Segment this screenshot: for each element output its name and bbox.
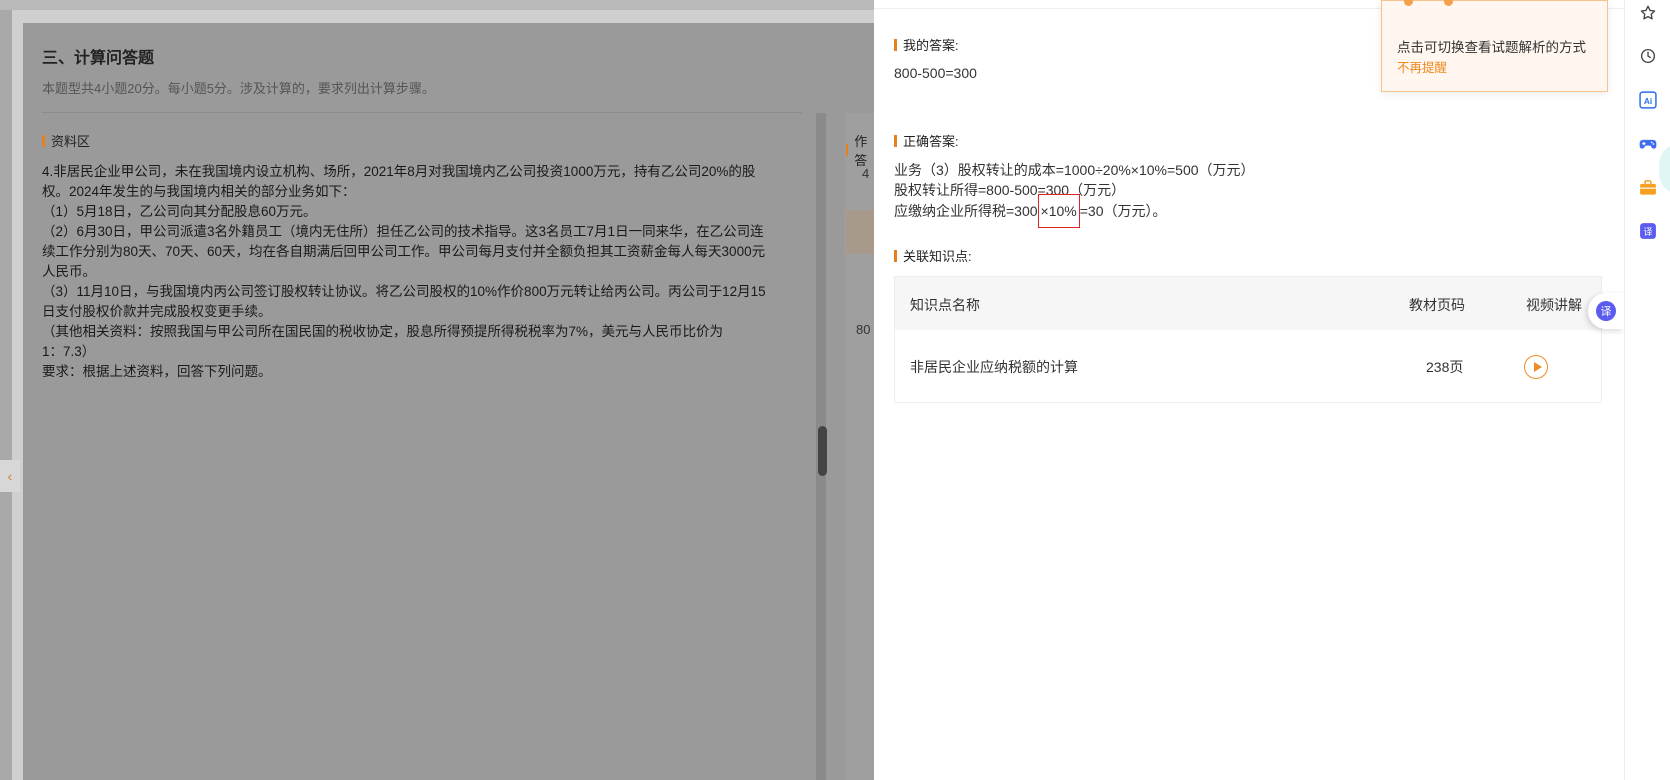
my-answer-title: 我的答案:: [903, 38, 959, 53]
top-strip: [0, 0, 874, 10]
material-area-label: 资料区: [42, 131, 90, 150]
game-icon[interactable]: [1637, 133, 1659, 155]
my-answer-label: 我的答案:: [894, 35, 959, 54]
answer-area-label: 作答: [846, 131, 874, 169]
star-icon[interactable]: [1637, 2, 1659, 24]
correct-line: 应缴纳企业所得税=300 ×10% =30（万元）。: [894, 194, 1255, 228]
material-line: 4.非居民企业甲公司，未在我国境内设立机构、场所，2021年8月对我国境内乙公司…: [42, 164, 756, 179]
material-line: （2）6月30日，甲公司派遣3名外籍员工（境内无住所）担任乙公司的技术指导。这3…: [42, 224, 764, 239]
material-area-title: 资料区: [51, 134, 91, 149]
exam-page: ‹ 三、计算问答题 本题型共4小题20分。每小题5分。涉及计算的，要求列出计算步…: [0, 0, 874, 780]
translate-icon-text: 译: [1643, 227, 1652, 238]
textbook-page: 238页: [1426, 359, 1464, 375]
section-title: 三、计算问答题: [42, 50, 155, 67]
ai-icon[interactable]: Ai: [1637, 89, 1659, 111]
knowledge-point-name: 非居民企业应纳税额的计算: [910, 359, 1078, 375]
correct-line-part: 应缴纳企业所得税=300: [894, 203, 1038, 219]
my-answer-value: 800-500=300: [894, 65, 977, 81]
tooltip-dot: [1404, 0, 1413, 6]
translate-icon[interactable]: 译: [1637, 220, 1659, 242]
material-line: 权。2024年发生的与我国境内相关的部分业务如下：: [42, 184, 356, 199]
material-line: （1）5月18日，乙公司向其分配股息60万元。: [42, 204, 317, 219]
analysis-drawer: 我的答案: 800-500=300 正确答案: 业务（3）股权转让的成本=100…: [874, 0, 1624, 780]
correct-answer-title: 正确答案:: [903, 134, 959, 149]
knowledge-table: 知识点名称 教材页码 视频讲解 非居民企业应纳税额的计算 238页: [894, 276, 1602, 403]
accent-bar: [894, 134, 897, 147]
material-line: 1：7.3）: [42, 344, 96, 359]
answer-area-title: 作答: [854, 134, 868, 168]
related-knowledge-label: 关联知识点:: [894, 246, 972, 265]
translate-icon: 译: [1596, 301, 1616, 321]
material-line: 日支付股权价款并完成股权变更手续。: [42, 304, 272, 319]
tooltip-dot: [1444, 0, 1453, 6]
collapse-arrow-icon[interactable]: ‹: [0, 460, 20, 492]
answer-peek-value: 80: [856, 322, 871, 337]
divider: [42, 112, 802, 113]
highlighted-term: ×10%: [1037, 194, 1080, 228]
correct-line-part: =30（万元）。: [1079, 203, 1167, 219]
material-line: （其他相关资料：按照我国与甲公司所在国民国的税收协定，股息所得预提所得税税率为7…: [42, 324, 724, 339]
left-edge: ‹: [0, 10, 20, 780]
dont-remind-link[interactable]: 不再提醒: [1397, 57, 1447, 76]
correct-answer-label: 正确答案:: [894, 131, 959, 150]
material-line: （3）11月10日，与我国境内丙公司签订股权转让协议。将乙公司股权的10%作价8…: [42, 284, 766, 299]
accent-bar: [42, 134, 45, 147]
accent-bar: [894, 38, 897, 51]
material-line: 人民币。: [42, 264, 96, 279]
related-knowledge-title: 关联知识点:: [903, 249, 972, 264]
material-scrollbar[interactable]: [818, 426, 827, 476]
table-header: [895, 277, 1601, 330]
history-icon[interactable]: [1637, 45, 1659, 67]
material-text: 4.非居民企业甲公司，未在我国境内设立机构、场所，2021年8月对我国境内乙公司…: [42, 162, 802, 382]
section-description: 本题型共4小题20分。每小题5分。涉及计算的，要求列出计算步骤。: [42, 81, 435, 96]
column-header-page: 教材页码: [1409, 297, 1465, 313]
toolbox-icon[interactable]: [1637, 177, 1659, 199]
floating-translate-button[interactable]: 译: [1588, 293, 1624, 329]
material-line: 续工作分别为80天、70天、60天，均在各自期满后回甲公司工作。甲公司每月支付并…: [42, 244, 766, 259]
tooltip-text: 点击可切换查看试题解析的方式: [1397, 40, 1586, 55]
column-header-name: 知识点名称: [910, 297, 980, 313]
ai-icon-text: Ai: [1644, 96, 1652, 106]
answer-peek-text: 4: [862, 166, 870, 181]
correct-answer-text: 业务（3）股权转让的成本=1000÷20%×10%=500（万元） 股权转让所得…: [894, 160, 1255, 228]
material-line: 要求：根据上述资料，回答下列问题。: [42, 364, 272, 379]
column-header-video: 视频讲解: [1526, 297, 1582, 313]
answer-peek-box: [846, 210, 874, 254]
play-video-icon[interactable]: [1524, 355, 1548, 379]
switch-mode-tooltip: 点击可切换查看试题解析的方式 不再提醒: [1381, 0, 1608, 92]
accent-bar: [846, 144, 849, 156]
accent-bar: [894, 249, 897, 262]
browser-side-rail: Ai 译: [1624, 0, 1670, 780]
question-card: [23, 23, 874, 780]
correct-line: 业务（3）股权转让的成本=1000÷20%×10%=500（万元）: [894, 162, 1255, 178]
